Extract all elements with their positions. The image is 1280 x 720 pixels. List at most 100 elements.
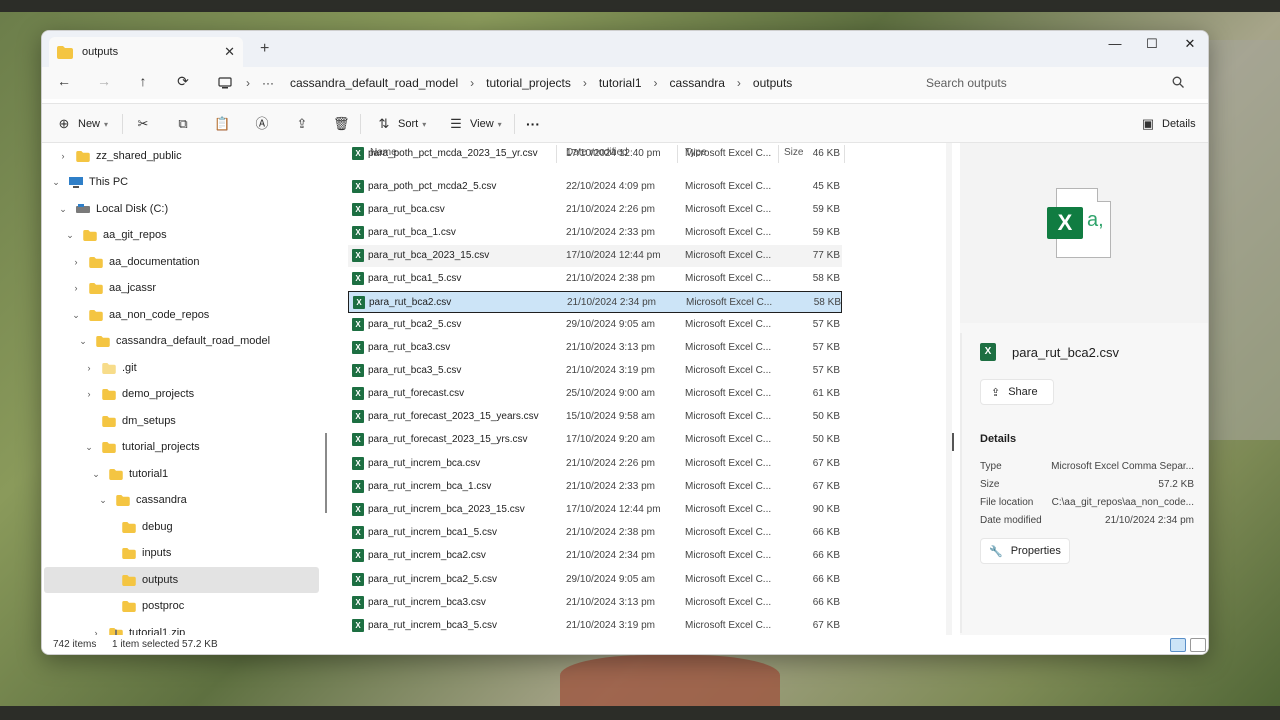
chevron-down-icon[interactable]: ⌄ (78, 336, 88, 347)
excel-file-icon: X (352, 410, 364, 423)
chevron-right-icon[interactable]: › (58, 151, 68, 161)
more-options-button[interactable]: ··· (526, 114, 540, 134)
file-date: 21/10/2024 3:19 pm (566, 620, 655, 631)
file-row[interactable]: Xpara_rut_increm_bca3_5.csv 21/10/2024 3:… (348, 615, 842, 635)
delete-button[interactable]: 🗑 (333, 114, 350, 134)
breadcrumb-item[interactable]: tutorial1 (599, 76, 642, 90)
chevron-down-icon[interactable]: ⌄ (58, 204, 68, 215)
refresh-button[interactable]: ⟳ (172, 73, 194, 93)
file-row[interactable]: Xpara_poth_pct_mcda2_5.csv 22/10/2024 4:0… (348, 176, 842, 198)
folder-icon (89, 256, 103, 268)
details-share-button[interactable]: ⇪ Share (980, 379, 1054, 405)
address-bar[interactable]: › ··· cassandra_default_road_model › tut… (210, 69, 910, 97)
prop-key: Type (980, 461, 1002, 472)
tiles-view-button[interactable] (1190, 638, 1206, 652)
breadcrumb-item[interactable]: cassandra (670, 76, 725, 90)
tree-item-tutorial1[interactable]: ⌄ tutorial1 (42, 461, 327, 487)
tree-item-tutorial1-zip[interactable]: › tutorial1.zip (42, 620, 327, 635)
tree-item-git[interactable]: › .git (42, 355, 327, 381)
chevron-down-icon[interactable]: ⌄ (84, 442, 94, 453)
file-row[interactable]: Xpara_rut_increm_bca2_5.csv 29/10/2024 9:… (348, 569, 842, 591)
tree-item-zz-shared-public[interactable]: › zz_shared_public (42, 143, 327, 169)
tree-item-inputs[interactable]: inputs (42, 540, 327, 566)
file-list-scrollbar-track[interactable] (946, 143, 952, 635)
details-pane-button[interactable]: ▣ Details (1140, 114, 1196, 134)
chevron-down-icon[interactable]: ⌄ (71, 310, 81, 321)
file-date: 21/10/2024 3:13 pm (566, 597, 655, 608)
new-tab-button[interactable]: + (260, 40, 269, 58)
file-row[interactable]: Xpara_rut_increm_bca2.csv 21/10/2024 2:34… (348, 545, 842, 567)
search-input[interactable]: Search outputs (916, 69, 1198, 97)
sidebar-scrollbar[interactable] (325, 433, 327, 513)
paste-button[interactable]: 📋 (214, 114, 230, 134)
tree-item-aa-jcassr[interactable]: › aa_jcassr (42, 275, 327, 301)
copy-button[interactable]: ⧉ (175, 114, 191, 134)
tree-item-local-disk[interactable]: ⌄ Local Disk (C:) (42, 196, 327, 222)
breadcrumb-item[interactable]: tutorial_projects (486, 76, 571, 90)
breadcrumb-more-button[interactable]: ··· (262, 76, 274, 90)
tree-item-cassandra-default-road-model[interactable]: ⌄ cassandra_default_road_model (42, 328, 327, 354)
file-row[interactable]: Xpara_rut_increm_bca_2023_15.csv 17/10/20… (348, 499, 842, 521)
rename-button[interactable]: Ⓐ (254, 114, 270, 134)
tab-close-icon[interactable]: ✕ (224, 44, 235, 60)
chevron-down-icon[interactable]: ⌄ (65, 230, 75, 241)
chevron-right-icon[interactable]: › (71, 283, 81, 293)
tree-item-tutorial-projects[interactable]: ⌄ tutorial_projects (42, 434, 327, 460)
maximize-button[interactable]: ☐ (1142, 36, 1162, 52)
tab-outputs[interactable]: outputs ✕ (49, 37, 243, 67)
share-button[interactable]: ⇪ (294, 114, 310, 134)
tree-item-postproc[interactable]: postproc (42, 593, 327, 619)
file-row[interactable]: Xpara_rut_bca.csv 21/10/2024 2:26 pm Micro… (348, 199, 842, 221)
file-row[interactable]: Xpara_rut_bca_1.csv 21/10/2024 2:33 pm Mic… (348, 222, 842, 244)
tree-item-aa-documentation[interactable]: › aa_documentation (42, 249, 327, 275)
back-button[interactable]: ← (53, 73, 75, 93)
tree-item-demo-projects[interactable]: › demo_projects (42, 381, 327, 407)
file-row[interactable]: Xpara_rut_increm_bca_1.csv 21/10/2024 2:3… (348, 476, 842, 498)
tree-item-outputs[interactable]: outputs (44, 567, 319, 593)
chevron-right-icon[interactable]: › (84, 389, 94, 399)
sort-button[interactable]: ⇅ Sort ▾ (376, 114, 427, 134)
tree-item-cassandra[interactable]: ⌄ cassandra (42, 487, 327, 513)
tree-item-this-pc[interactable]: ⌄ This PC (42, 169, 327, 195)
file-row[interactable]: Xpara_rut_bca2.csv 21/10/2024 2:34 pm Micr… (348, 291, 842, 313)
file-row[interactable]: Xpara_rut_bca3.csv 21/10/2024 3:13 pm Micr… (348, 337, 842, 359)
view-button[interactable]: ☰ View ▾ (448, 114, 502, 134)
file-row[interactable]: Xpara_rut_bca1_5.csv 21/10/2024 2:38 pm Mi… (348, 268, 842, 290)
more-options-icon: ··· (526, 116, 540, 132)
file-row[interactable]: Xpara_rut_bca2_5.csv 29/10/2024 9:05 am Mi… (348, 314, 842, 336)
minimize-button[interactable]: — (1105, 36, 1125, 51)
tree-item-aa-non-code-repos[interactable]: ⌄ aa_non_code_repos (42, 302, 327, 328)
breadcrumb-item[interactable]: cassandra_default_road_model (290, 76, 458, 90)
breadcrumb-item[interactable]: outputs (753, 76, 792, 90)
properties-button[interactable]: 🔧 Properties (980, 538, 1070, 564)
tree-item-dm-setups[interactable]: dm_setups (42, 408, 327, 434)
forward-button[interactable]: → (93, 73, 115, 93)
file-name: para_rut_bca1_5.csv (368, 273, 462, 284)
details-view-button[interactable] (1170, 638, 1186, 652)
tree-item-debug[interactable]: debug (42, 514, 327, 540)
chevron-right-icon[interactable]: › (71, 257, 81, 267)
file-row[interactable]: Xpara_rut_increm_bca.csv 21/10/2024 2:26 … (348, 453, 842, 475)
file-row[interactable]: Xpara_rut_forecast.csv 25/10/2024 9:00 am… (348, 383, 842, 405)
close-button[interactable]: ✕ (1180, 36, 1200, 52)
folder-icon (102, 388, 116, 400)
new-button[interactable]: ⊕ New ▾ (56, 114, 108, 134)
chevron-right-icon[interactable]: › (84, 363, 94, 373)
file-row[interactable]: Xpara_rut_increm_bca1_5.csv 21/10/2024 2:… (348, 522, 842, 544)
file-row[interactable]: Xpara_rut_increm_bca3.csv 21/10/2024 3:13… (348, 592, 842, 614)
chevron-right-icon[interactable]: › (91, 628, 101, 635)
cut-button[interactable]: ✂ (135, 114, 151, 134)
file-row[interactable]: Xpara_rut_bca_2023_15.csv 17/10/2024 12:4… (348, 245, 842, 267)
file-row[interactable]: Xpara_rut_forecast_2023_15_years.csv 15/1… (348, 406, 842, 428)
file-list-scrollbar-thumb[interactable] (952, 433, 954, 451)
up-button[interactable]: ↑ (132, 73, 154, 93)
file-row[interactable]: Xpara_poth_pct_mcda_2023_15_yr.csv 17/10/… (348, 143, 842, 165)
column-divider[interactable] (844, 145, 845, 163)
file-row[interactable]: Xpara_rut_bca3_5.csv 21/10/2024 3:19 pm Mi… (348, 360, 842, 382)
file-row[interactable]: Xpara_rut_forecast_2023_15_yrs.csv 17/10/… (348, 429, 842, 451)
chevron-down-icon[interactable]: ⌄ (51, 177, 61, 188)
chevron-down-icon[interactable]: ⌄ (91, 469, 101, 480)
tree-item-aa-git-repos[interactable]: ⌄ aa_git_repos (42, 222, 327, 248)
prop-value[interactable]: C:\aa_git_repos\aa_non_code... (1052, 497, 1194, 508)
chevron-down-icon[interactable]: ⌄ (98, 495, 108, 506)
